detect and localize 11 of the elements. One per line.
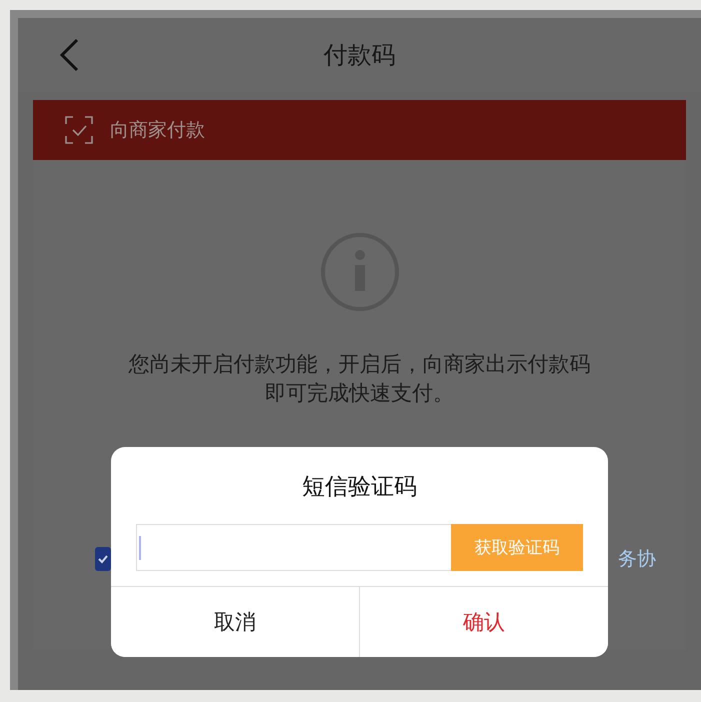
notice-text: 您尚未开启付款功能，开启后，向商家出示付款码即可完成快速支付。 <box>128 351 592 407</box>
scan-check-icon <box>65 116 93 144</box>
page-title: 付款码 <box>324 40 396 71</box>
confirm-button[interactable]: 确认 <box>359 587 608 657</box>
agreement-link[interactable]: 务协 <box>618 546 656 572</box>
back-chevron-icon[interactable] <box>58 38 80 72</box>
dialog-title: 短信验证码 <box>301 473 418 502</box>
agreement-checkbox[interactable] <box>95 547 111 571</box>
pay-merchant-tab[interactable]: 向商家付款 <box>33 100 686 160</box>
check-icon <box>97 553 109 565</box>
code-input-field[interactable] <box>136 524 451 571</box>
